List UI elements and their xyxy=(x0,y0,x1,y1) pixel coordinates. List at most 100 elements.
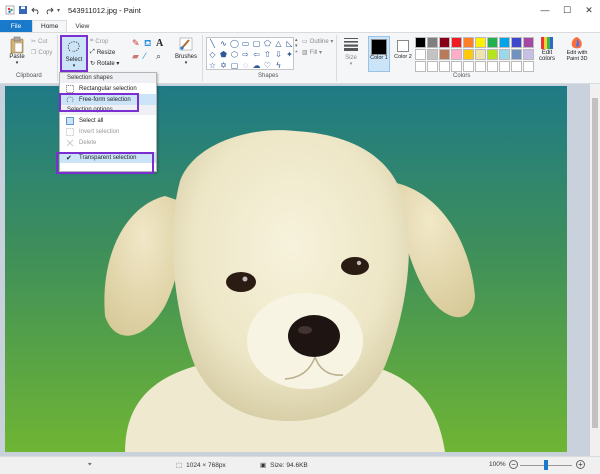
eraser-icon[interactable]: ▰ xyxy=(132,51,144,64)
color-swatch[interactable] xyxy=(415,61,426,72)
tab-file[interactable]: File xyxy=(0,20,32,32)
maximize-button[interactable]: ☐ xyxy=(556,0,578,20)
color-swatch[interactable] xyxy=(451,49,462,60)
line-shape-icon[interactable]: ╲ xyxy=(207,38,218,49)
shapes-scroll[interactable]: ▴ ▾ ⩡ xyxy=(295,37,298,55)
color-swatch[interactable] xyxy=(427,61,438,72)
hexagon-shape-icon[interactable]: ⬡ xyxy=(229,49,240,60)
shapes-gallery[interactable]: ╲ ∿ ◯ ▭ ▢ ⬠ △ ◺ ◇ ⬟ ⬡ ⇨ ⇦ ⇧ ⇩ ✦ ☆ ✡ ▢ ◌ … xyxy=(206,37,294,70)
cut-button[interactable]: ✂ Cut xyxy=(31,38,47,46)
color-swatch[interactable] xyxy=(427,37,438,48)
up-arrow-shape-icon[interactable]: ⇧ xyxy=(262,49,273,60)
oval-callout-shape-icon[interactable]: ◌ xyxy=(240,60,251,71)
curve-shape-icon[interactable]: ∿ xyxy=(218,38,229,49)
right-arrow-shape-icon[interactable]: ⇨ xyxy=(240,49,251,60)
color-swatch[interactable] xyxy=(511,49,522,60)
menu-item-rectangular-selection[interactable]: Rectangular selection xyxy=(60,83,156,94)
edit-colors-button[interactable]: Edit colors xyxy=(535,36,559,62)
customize-qa-icon[interactable]: ▾ xyxy=(57,7,60,14)
outline-button[interactable]: ▭ Outline ▾ xyxy=(302,38,333,45)
save-icon[interactable] xyxy=(18,5,28,15)
color-swatch[interactable] xyxy=(487,61,498,72)
color-swatch[interactable] xyxy=(439,61,450,72)
diamond-shape-icon[interactable]: ◇ xyxy=(207,49,218,60)
scrollbar-thumb[interactable] xyxy=(592,98,598,428)
left-arrow-shape-icon[interactable]: ⇦ xyxy=(251,49,262,60)
six-point-star-shape-icon[interactable]: ✡ xyxy=(218,60,229,71)
zoom-slider-thumb[interactable] xyxy=(544,460,548,470)
menu-item-transparent-selection[interactable]: ✔ Transparent selection xyxy=(60,152,156,163)
resize-button[interactable]: ⤢ Resize xyxy=(90,49,115,56)
close-button[interactable]: ✕ xyxy=(578,0,600,20)
color-swatch[interactable] xyxy=(463,49,474,60)
copy-button[interactable]: ❐ Copy xyxy=(31,49,52,57)
color-swatch[interactable] xyxy=(511,37,522,48)
color-swatch[interactable] xyxy=(487,37,498,48)
rotate-button[interactable]: ↻ Rotate ▾ xyxy=(90,60,119,67)
zoom-in-button[interactable]: + xyxy=(576,460,585,469)
brushes-button[interactable]: Brushes ▾ xyxy=(174,36,198,66)
color-swatch[interactable] xyxy=(523,61,534,72)
color-swatch[interactable] xyxy=(463,37,474,48)
crop-button[interactable]: ⌗ Crop xyxy=(90,38,108,45)
polygon-shape-icon[interactable]: ⬠ xyxy=(262,38,273,49)
lightning-shape-icon[interactable]: ϟ xyxy=(273,60,284,71)
edit-paint3d-button[interactable]: Edit with Paint 3D xyxy=(562,36,592,62)
color2-button[interactable]: Color 2 xyxy=(394,36,412,72)
fill-bucket-icon[interactable]: ⛾ xyxy=(144,38,156,51)
oval-shape-icon[interactable]: ◯ xyxy=(229,38,240,49)
cloud-callout-shape-icon[interactable]: ☁ xyxy=(251,60,262,71)
down-arrow-shape-icon[interactable]: ⇩ xyxy=(273,49,284,60)
pentagon-shape-icon[interactable]: ⬟ xyxy=(218,49,229,60)
color-swatch[interactable] xyxy=(415,49,426,60)
color-swatch[interactable] xyxy=(499,49,510,60)
color-swatch[interactable] xyxy=(451,37,462,48)
color-picker-icon[interactable]: ⁄ xyxy=(144,51,156,64)
color-swatch[interactable] xyxy=(499,37,510,48)
menu-item-freeform-selection[interactable]: Free-form selection xyxy=(60,94,156,105)
dimensions-text: 1024 × 768px xyxy=(186,461,226,469)
color-swatch[interactable] xyxy=(463,61,474,72)
zoom-out-button[interactable]: − xyxy=(509,460,518,469)
color-swatch[interactable] xyxy=(511,61,522,72)
right-triangle-shape-icon[interactable]: ◺ xyxy=(284,38,295,49)
color-swatch[interactable] xyxy=(415,37,426,48)
color-swatch[interactable] xyxy=(439,49,450,60)
undo-icon[interactable] xyxy=(31,5,41,15)
magnifier-icon[interactable]: ⌕ xyxy=(156,51,168,64)
color-swatch[interactable] xyxy=(475,37,486,48)
resize-label: Resize xyxy=(96,49,116,56)
tab-view[interactable]: View xyxy=(67,20,97,32)
color-swatch[interactable] xyxy=(499,61,510,72)
heart-shape-icon[interactable]: ♡ xyxy=(262,60,273,71)
redo-icon[interactable] xyxy=(44,5,54,15)
paste-button[interactable]: Paste ▾ xyxy=(6,36,28,66)
five-point-star-shape-icon[interactable]: ☆ xyxy=(207,60,218,71)
rounded-callout-shape-icon[interactable]: ▢ xyxy=(229,60,240,71)
pencil-icon[interactable]: ✎ xyxy=(132,38,144,51)
color-swatch[interactable] xyxy=(451,61,462,72)
four-point-star-shape-icon[interactable]: ✦ xyxy=(284,49,295,60)
vertical-scrollbar[interactable] xyxy=(590,84,600,456)
more-shapes-icon[interactable]: ⩡ xyxy=(295,49,298,55)
color-swatch[interactable] xyxy=(523,37,534,48)
color1-button[interactable]: Color 1 xyxy=(368,36,390,72)
rectangle-shape-icon[interactable]: ▭ xyxy=(240,38,251,49)
select-button[interactable]: Select ▾ xyxy=(60,35,88,72)
color-swatch[interactable] xyxy=(427,49,438,60)
text-tool-icon[interactable]: A xyxy=(156,38,168,51)
menu-item-delete[interactable]: Delete xyxy=(60,137,156,148)
color-swatch[interactable] xyxy=(487,49,498,60)
menu-item-select-all[interactable]: Select all xyxy=(60,115,156,126)
rounded-rectangle-shape-icon[interactable]: ▢ xyxy=(251,38,262,49)
tab-home[interactable]: Home xyxy=(32,20,68,32)
size-button[interactable]: Size ▾ xyxy=(340,37,362,67)
color-swatch[interactable] xyxy=(439,37,450,48)
fill-button[interactable]: ▨ Fill ▾ xyxy=(302,49,322,56)
menu-item-invert-selection[interactable]: Invert selection xyxy=(60,126,156,137)
color-swatch[interactable] xyxy=(475,49,486,60)
minimize-button[interactable]: — xyxy=(534,0,556,20)
color-swatch[interactable] xyxy=(523,49,534,60)
triangle-shape-icon[interactable]: △ xyxy=(273,38,284,49)
color-swatch[interactable] xyxy=(475,61,486,72)
